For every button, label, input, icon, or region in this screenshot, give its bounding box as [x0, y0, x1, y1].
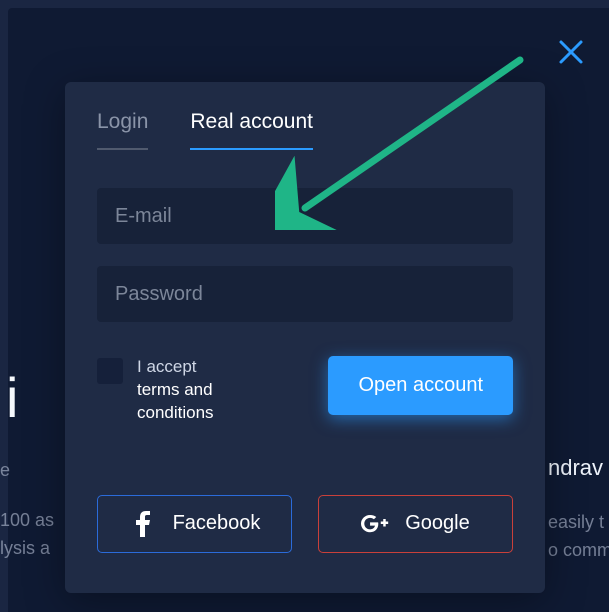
- facebook-button[interactable]: Facebook: [97, 495, 292, 553]
- social-buttons: Facebook Google: [97, 495, 513, 553]
- bg-heading: w i: [0, 365, 18, 430]
- terms-block: I accept terms and conditions: [97, 356, 277, 425]
- password-field[interactable]: [97, 266, 513, 322]
- bg-text-frag: lysis a: [0, 538, 50, 559]
- google-button[interactable]: Google: [318, 495, 513, 553]
- tabs: Login Real account: [97, 110, 513, 150]
- open-account-button[interactable]: Open account: [328, 356, 513, 415]
- facebook-label: Facebook: [173, 512, 261, 535]
- terms-text: I accept terms and conditions: [137, 356, 277, 425]
- close-button[interactable]: [557, 38, 585, 66]
- terms-link[interactable]: terms and conditions: [137, 379, 277, 425]
- signup-modal: Login Real account I accept terms and co…: [65, 82, 545, 593]
- bg-text-frag: o comm: [548, 540, 609, 561]
- terms-row: I accept terms and conditions Open accou…: [97, 356, 513, 425]
- tab-real-account[interactable]: Real account: [190, 110, 313, 150]
- facebook-icon: [129, 510, 157, 538]
- email-field[interactable]: [97, 188, 513, 244]
- terms-prefix: I accept: [137, 357, 197, 376]
- close-icon: [557, 38, 585, 66]
- bg-text-frag: e: [0, 460, 10, 481]
- bg-text-frag: easily t: [548, 512, 604, 533]
- terms-checkbox[interactable]: [97, 358, 123, 384]
- bg-text-frag: 100 as: [0, 510, 54, 531]
- google-label: Google: [405, 512, 470, 535]
- google-plus-icon: [361, 510, 389, 538]
- bg-text-frag: ndrav: [548, 455, 603, 481]
- tab-login[interactable]: Login: [97, 110, 148, 150]
